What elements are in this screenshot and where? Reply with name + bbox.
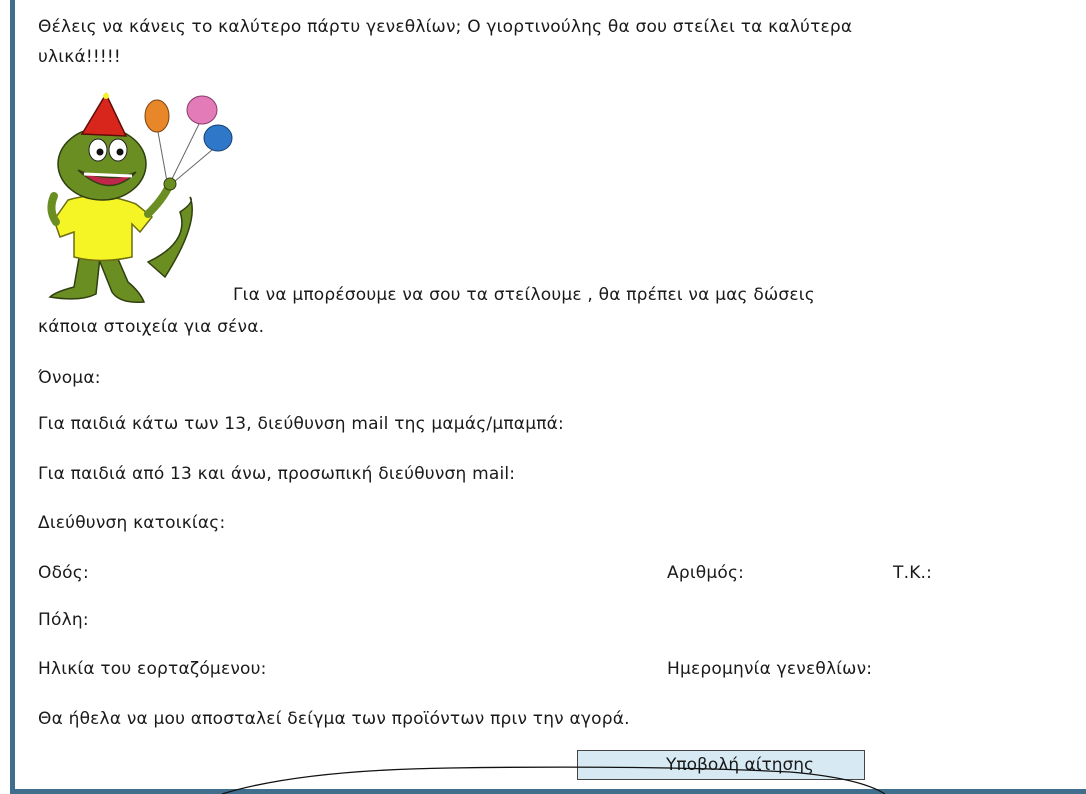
note-line-2: κάποια στοιχεία για σένα. [38,317,265,337]
sample-request-label: Θα ήθελα να μου αποσταλεί δείγμα των προ… [38,709,630,729]
parent-email-label: Για παιδιά κάτω των 13, διεύθυνση mail τ… [38,414,564,434]
city-label: Πόλη: [38,610,89,630]
postal-code-label: Τ.Κ.: [893,563,933,583]
street-label: Οδός: [38,563,89,583]
note-line-1: Για να μπορέσουμε να σου τα στείλουμε , … [233,285,815,305]
page-left-border [10,0,15,794]
blue-balloon-icon [203,124,233,152]
address-label: Διεύθυνση κατοικίας: [38,513,226,533]
number-label: Αριθμός: [667,563,745,583]
personal-email-label: Για παιδιά από 13 και άνω, προσωπική διε… [38,464,516,484]
age-label: Ηλικία του εορταζόμενου: [38,659,267,679]
orange-balloon-icon [144,99,170,133]
intro-line-1: Θέλεις να κάνεις το καλύτερο πάρτυ γενεθ… [38,17,853,37]
page-bottom-border [10,789,1086,794]
birthday-dinosaur-illustration [47,92,233,304]
submit-application-button[interactable]: Υποβολή αίτησης [577,750,865,780]
birthday-label: Ημερομηνία γενεθλίων: [667,659,873,679]
pink-balloon-icon [186,95,218,125]
intro-line-2: υλικά!!!!! [38,47,121,67]
name-label: Όνομα: [38,368,101,388]
party-hat-icon [80,92,128,137]
